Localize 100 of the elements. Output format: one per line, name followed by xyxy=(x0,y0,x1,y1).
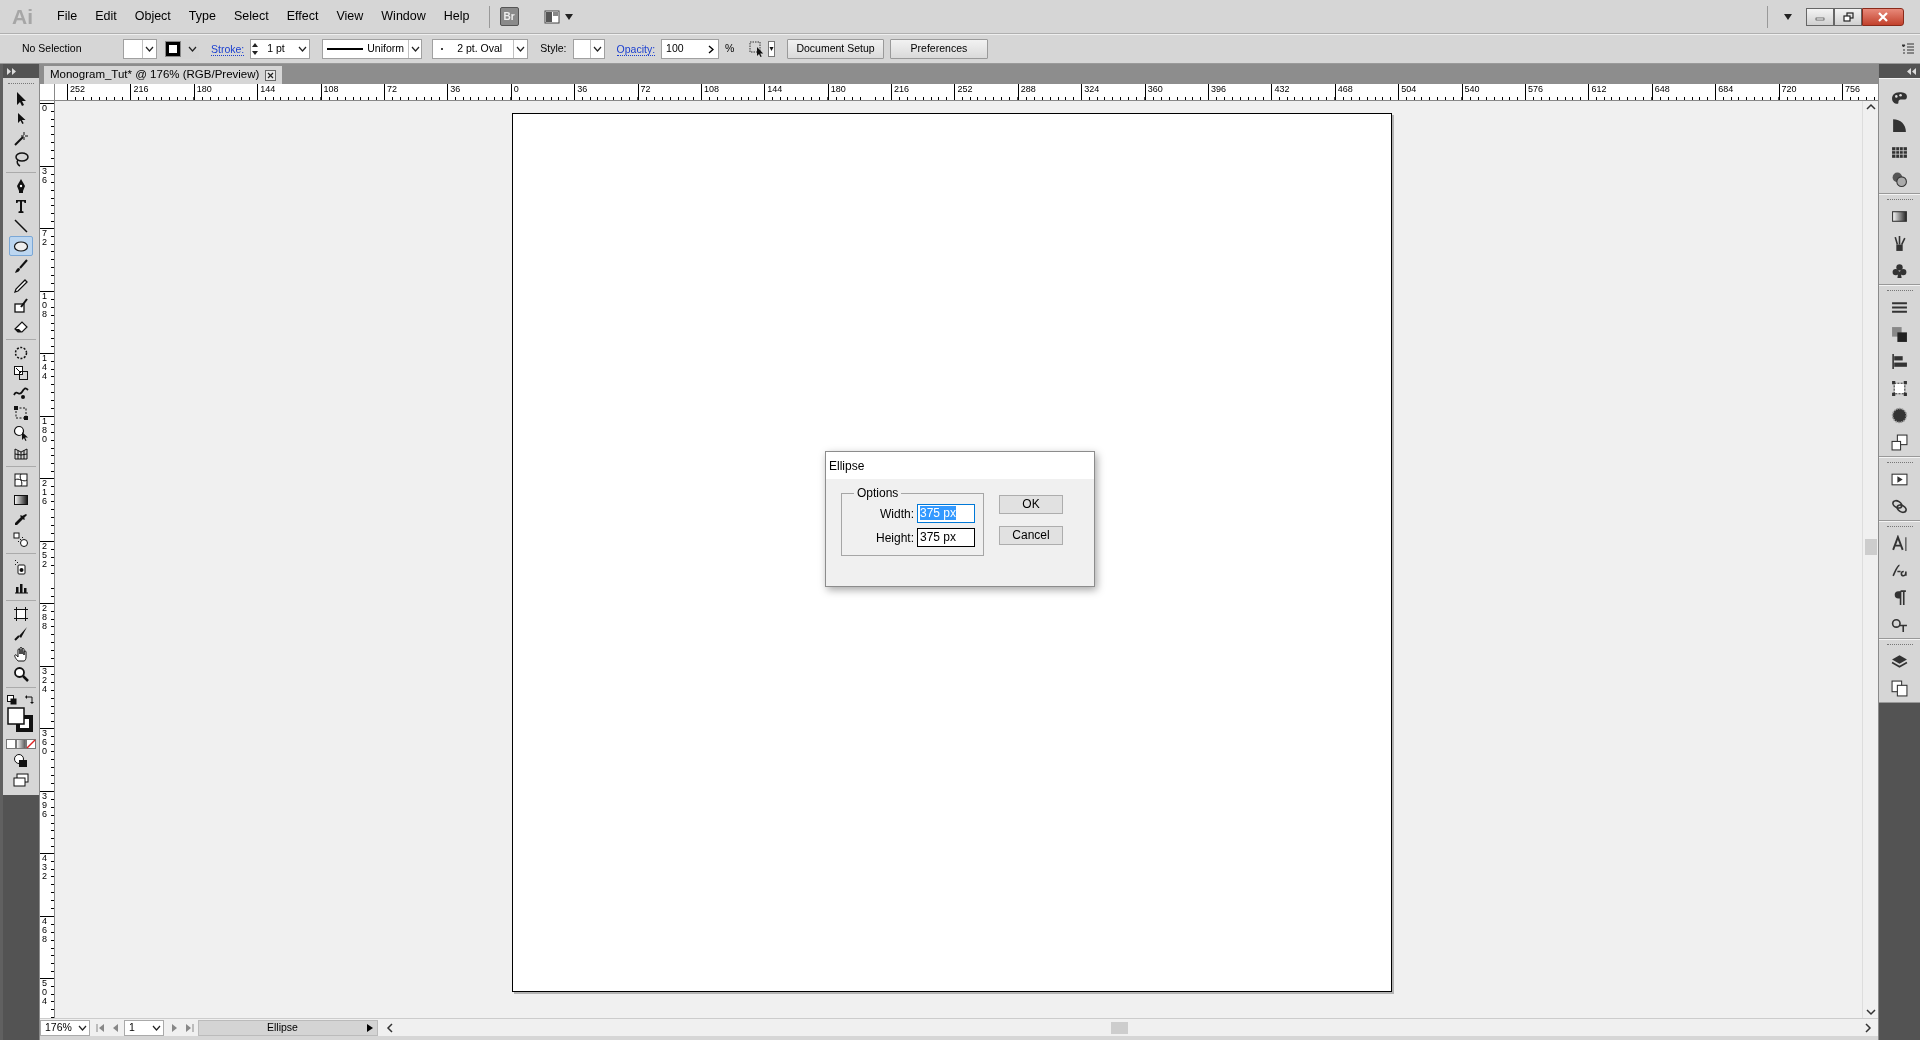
fill-stroke-swatches[interactable] xyxy=(7,707,35,733)
status-info-bar[interactable]: Ellipse xyxy=(198,1019,378,1036)
scroll-thumb[interactable] xyxy=(1864,539,1877,555)
lines-icon[interactable] xyxy=(1891,299,1908,316)
circle-icon[interactable] xyxy=(1891,407,1908,424)
swap-arrow-icon[interactable] xyxy=(25,695,35,705)
ruler-label: 180 xyxy=(830,84,846,94)
caret-icon[interactable] xyxy=(1784,13,1792,20)
opentype-icon[interactable] xyxy=(1891,616,1908,633)
fill-swatch-dropdown[interactable] xyxy=(123,39,157,59)
overlapping-squares-icon[interactable] xyxy=(1891,434,1908,451)
tool-button[interactable] xyxy=(9,236,33,256)
workspace-layout-icon[interactable] xyxy=(542,8,561,25)
opacity-link[interactable]: Opacity: xyxy=(616,42,656,56)
menu-item[interactable]: Object xyxy=(125,7,180,26)
chevron-down-icon[interactable] xyxy=(1865,1008,1876,1016)
knife-icon xyxy=(13,626,29,642)
club-icon[interactable] xyxy=(1891,262,1908,279)
menu-item[interactable]: Effect xyxy=(277,7,328,26)
ruler-label: 0 xyxy=(42,104,48,113)
scroll-thumb[interactable] xyxy=(1111,1021,1128,1034)
ruler-label: 144 xyxy=(42,354,48,381)
gradient-icon[interactable] xyxy=(1891,208,1908,225)
chevron-up-icon[interactable] xyxy=(1865,103,1876,111)
draw-mode-icon[interactable] xyxy=(13,753,29,769)
ruler-label: 576 xyxy=(1528,84,1543,94)
overlapping-squares-icon[interactable] xyxy=(1891,326,1908,343)
close-button[interactable] xyxy=(1862,7,1904,26)
chevron-left-icon[interactable] xyxy=(386,1022,394,1033)
document-tab[interactable]: Monogram_Tut* @ 176% (RGB/Preview) xyxy=(44,66,283,84)
menu-item[interactable]: Help xyxy=(434,7,479,26)
brush-icon xyxy=(13,298,29,314)
menu-item[interactable]: Type xyxy=(179,7,225,26)
ruler-label: 216 xyxy=(42,479,48,506)
opacity-field[interactable]: 100 xyxy=(661,39,720,59)
screen-mode-icon[interactable] xyxy=(13,773,29,787)
input-field[interactable]: 375 px xyxy=(917,528,975,547)
ruler-label: 108 xyxy=(703,84,719,94)
chevron-right-icon[interactable] xyxy=(1864,1022,1872,1033)
align-icon[interactable] xyxy=(1891,353,1908,370)
restore-button[interactable] xyxy=(1834,7,1862,26)
gradient-mode-icon[interactable] xyxy=(16,739,26,749)
caret-icon xyxy=(151,1024,161,1031)
panel-menu-icon[interactable] xyxy=(1902,43,1914,55)
caret-icon[interactable] xyxy=(768,41,776,57)
ruler-label: 324 xyxy=(42,666,48,694)
preferences-button[interactable]: Preferences xyxy=(889,39,989,59)
zoom-dropdown[interactable]: 176% xyxy=(40,1019,90,1036)
style-swatch-dropdown[interactable] xyxy=(572,39,605,59)
caret-icon xyxy=(77,1024,87,1031)
last-page-icon[interactable] xyxy=(184,1022,194,1033)
close-icon[interactable] xyxy=(265,69,277,81)
grid-icon[interactable] xyxy=(1891,144,1908,161)
page-dropdown[interactable]: 1 xyxy=(124,1019,164,1036)
menu-item[interactable]: File xyxy=(48,7,87,26)
ruler-label: 144 xyxy=(767,84,783,94)
brush-icon xyxy=(13,258,29,274)
stroke-weight-field[interactable]: 1 pt xyxy=(250,39,311,59)
ruler-label: 720 xyxy=(1781,84,1797,94)
ruler-label: 396 xyxy=(1211,84,1227,94)
menu-item[interactable]: Select xyxy=(224,7,278,26)
color-mode-icon[interactable] xyxy=(6,739,16,749)
play-icon[interactable] xyxy=(1891,471,1908,488)
brush-dropdown[interactable]: 2 pt. Oval xyxy=(432,39,529,59)
stroke-link[interactable]: Stroke: xyxy=(211,42,245,56)
double-chevron-icon[interactable] xyxy=(7,67,16,75)
transform-icon[interactable] xyxy=(1891,380,1908,397)
cancel-button[interactable]: Cancel xyxy=(999,526,1063,545)
eyedropper-icon xyxy=(13,512,29,528)
ok-button[interactable]: OK xyxy=(999,495,1063,514)
character-icon[interactable] xyxy=(1891,535,1908,552)
ruler-label: 180 xyxy=(196,84,212,94)
ruler-label: 252 xyxy=(42,541,48,569)
styles-icon[interactable] xyxy=(1891,562,1908,579)
menu-item[interactable]: View xyxy=(327,7,373,26)
shape-builder-icon xyxy=(13,425,29,441)
chain-link-icon[interactable] xyxy=(1891,498,1908,515)
perspective-grid-icon xyxy=(13,445,29,461)
ruler-label: 108 xyxy=(323,84,339,94)
palette-icon[interactable] xyxy=(1891,90,1908,107)
minimize-button[interactable] xyxy=(1806,7,1834,26)
ruler-label: 756 xyxy=(1844,84,1860,94)
transform-icon xyxy=(13,405,29,421)
double-chevron-icon[interactable] xyxy=(1907,67,1916,75)
pencil-icon xyxy=(13,278,29,294)
ruler-label: 252 xyxy=(70,84,86,94)
caret-icon[interactable] xyxy=(564,13,573,20)
menu-item[interactable]: Edit xyxy=(86,7,126,26)
layers-icon[interactable] xyxy=(1891,653,1908,670)
default-colors-icon[interactable] xyxy=(7,695,17,705)
stroke-profile-dropdown[interactable]: Uniform xyxy=(322,39,423,59)
ruler-label: 180 xyxy=(42,416,48,444)
zoom-icon xyxy=(13,666,29,682)
ruler-label: 468 xyxy=(1337,84,1353,94)
document-setup-button[interactable]: Document Setup xyxy=(787,39,884,59)
pages-icon[interactable] xyxy=(1891,680,1908,697)
none-icon[interactable] xyxy=(26,739,36,749)
overlapping-circles-icon[interactable] xyxy=(1891,171,1908,188)
menu-item[interactable]: Window xyxy=(372,7,435,26)
first-page-icon[interactable] xyxy=(96,1022,106,1033)
